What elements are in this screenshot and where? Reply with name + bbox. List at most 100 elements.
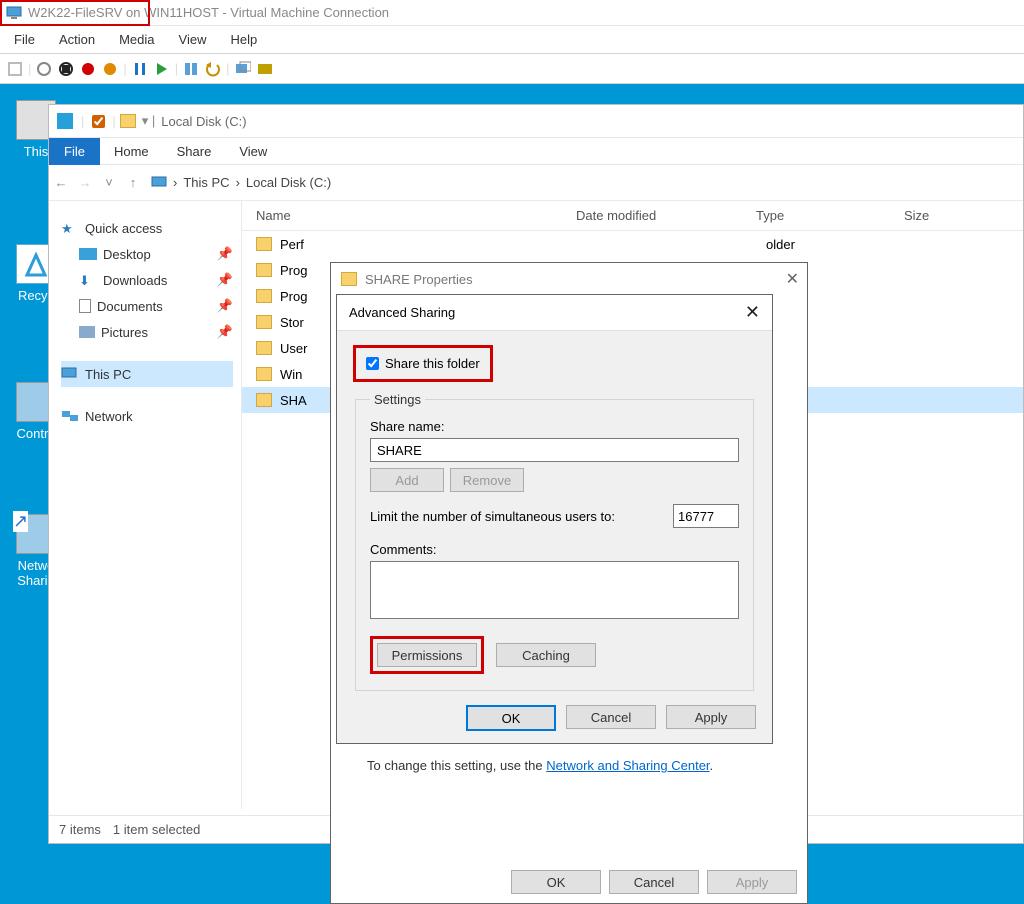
- highlight-box-permissions: Permissions: [370, 636, 484, 674]
- advshare-footer: OK Cancel Apply: [337, 705, 772, 745]
- settings-group: Settings Share name: Add Remove Limit th…: [355, 392, 754, 691]
- ribbon-tab-share[interactable]: Share: [163, 138, 226, 165]
- advshare-title: Advanced Sharing: [349, 305, 455, 320]
- add-button[interactable]: Add: [370, 468, 444, 492]
- column-headers: Name Date modified Type Size: [242, 201, 1023, 231]
- nav-documents[interactable]: Documents 📌: [61, 293, 233, 319]
- settings-legend: Settings: [370, 392, 425, 407]
- ribbon: File Home Share View: [49, 137, 1023, 165]
- permissions-button[interactable]: Permissions: [377, 643, 477, 667]
- checkpoint-icon[interactable]: [182, 60, 200, 78]
- col-type[interactable]: Type: [742, 208, 890, 223]
- menu-help[interactable]: Help: [230, 32, 257, 47]
- col-date[interactable]: Date modified: [562, 208, 742, 223]
- nav-up-icon[interactable]: ↑: [121, 175, 145, 190]
- revert-icon[interactable]: [204, 60, 222, 78]
- nav-desktop-label: Desktop: [103, 247, 151, 262]
- explorer-title-text: Local Disk (C:): [161, 114, 246, 129]
- props-cancel-button[interactable]: Cancel: [609, 870, 699, 894]
- properties-title-bar: SHARE Properties ✕: [331, 263, 807, 295]
- props-ok-button[interactable]: OK: [511, 870, 601, 894]
- pin-icon: 📌: [217, 246, 233, 262]
- pause-icon[interactable]: [131, 60, 149, 78]
- play-icon[interactable]: [153, 60, 171, 78]
- breadcrumb-thispc[interactable]: This PC: [183, 175, 229, 190]
- pictures-icon: [79, 326, 95, 338]
- limit-users-spinner[interactable]: [673, 504, 739, 528]
- nav-thispc-label: This PC: [85, 367, 131, 382]
- share-name-input[interactable]: [370, 438, 739, 462]
- explorer-app-icon: [57, 113, 73, 129]
- advshare-cancel-button[interactable]: Cancel: [566, 705, 656, 729]
- start-icon[interactable]: [35, 60, 53, 78]
- nav-desktop[interactable]: Desktop 📌: [61, 241, 233, 267]
- nav-back-icon[interactable]: ←: [49, 175, 73, 190]
- remove-button[interactable]: Remove: [450, 468, 524, 492]
- vm-toolbar: | | | |: [0, 54, 1024, 84]
- file-row[interactable]: Perfolder: [242, 231, 1023, 257]
- advshare-title-bar: Advanced Sharing ✕: [337, 295, 772, 331]
- close-icon[interactable]: ✕: [745, 302, 760, 323]
- folder-icon: [341, 272, 357, 286]
- col-name[interactable]: Name: [242, 208, 562, 223]
- enhanced-session-icon[interactable]: [234, 60, 252, 78]
- menu-action[interactable]: Action: [59, 32, 95, 47]
- status-item-count: 7 items: [59, 822, 101, 837]
- vm-title-bar: W2K22-FileSRV on WIN11HOST - Virtual Mac…: [0, 0, 1024, 26]
- pin-icon: 📌: [217, 324, 233, 340]
- menu-media[interactable]: Media: [119, 32, 154, 47]
- close-icon[interactable]: ✕: [786, 269, 799, 289]
- ribbon-tab-view[interactable]: View: [225, 138, 281, 165]
- nav-quick-access[interactable]: ★ Quick access: [61, 215, 233, 241]
- navigation-pane: ★ Quick access Desktop 📌 ⬇ Downloads 📌 D…: [49, 201, 241, 809]
- comments-input[interactable]: [370, 561, 739, 619]
- nav-pictures[interactable]: Pictures 📌: [61, 319, 233, 345]
- star-icon: ★: [61, 221, 79, 235]
- breadcrumb-drive[interactable]: Local Disk (C:): [246, 175, 331, 190]
- nav-forward-icon[interactable]: →: [73, 175, 97, 190]
- folder-icon: [256, 315, 272, 329]
- status-selected: 1 item selected: [113, 822, 200, 837]
- network-sharing-center-link[interactable]: Network and Sharing Center: [546, 758, 709, 773]
- share-icon[interactable]: [256, 60, 274, 78]
- share-this-folder-checkbox[interactable]: [366, 357, 379, 370]
- props-change-text: To change this setting, use the: [367, 758, 546, 773]
- folder-icon: [256, 289, 272, 303]
- vm-window-title: W2K22-FileSRV on WIN11HOST - Virtual Mac…: [28, 5, 389, 20]
- advanced-sharing-dialog: Advanced Sharing ✕ Share this folder Set…: [336, 294, 773, 744]
- share-name-label: Share name:: [370, 419, 739, 434]
- pin-icon: 📌: [217, 272, 233, 288]
- ctrl-alt-del-icon[interactable]: [6, 60, 24, 78]
- qat-properties-checkbox[interactable]: [92, 115, 105, 128]
- breadcrumb[interactable]: › This PC › Local Disk (C:): [151, 175, 331, 190]
- advshare-apply-button[interactable]: Apply: [666, 705, 756, 729]
- nav-quick-label: Quick access: [85, 221, 162, 236]
- nav-recent-icon[interactable]: ˅: [97, 175, 121, 190]
- explorer-titlebar: | | ▾ | Local Disk (C:): [49, 105, 1023, 137]
- props-apply-button[interactable]: Apply: [707, 870, 797, 894]
- nav-downloads[interactable]: ⬇ Downloads 📌: [61, 267, 233, 293]
- folder-icon: [256, 393, 272, 407]
- reset-icon[interactable]: [101, 60, 119, 78]
- nav-downloads-label: Downloads: [103, 273, 167, 288]
- ribbon-tab-file[interactable]: File: [49, 138, 100, 165]
- nav-documents-label: Documents: [97, 299, 163, 314]
- highlight-box-share-folder: Share this folder: [353, 345, 493, 382]
- vm-menu-bar: File Action Media View Help: [0, 26, 1024, 54]
- menu-file[interactable]: File: [14, 32, 35, 47]
- nav-network[interactable]: Network: [61, 403, 233, 429]
- caching-button[interactable]: Caching: [496, 643, 596, 667]
- advshare-ok-button[interactable]: OK: [466, 705, 556, 731]
- folder-icon: [256, 237, 272, 251]
- share-this-folder-checkbox-row: Share this folder: [362, 354, 480, 373]
- menu-view[interactable]: View: [179, 32, 207, 47]
- vm-monitor-icon: [6, 6, 22, 20]
- col-size[interactable]: Size: [890, 208, 990, 223]
- limit-users-label: Limit the number of simultaneous users t…: [370, 509, 615, 524]
- shutdown-icon[interactable]: [79, 60, 97, 78]
- nav-thispc[interactable]: This PC: [61, 361, 233, 387]
- share-this-folder-label: Share this folder: [385, 356, 480, 371]
- turnoff-icon[interactable]: [57, 60, 75, 78]
- ribbon-tab-home[interactable]: Home: [100, 138, 163, 165]
- download-icon: ⬇: [79, 273, 97, 287]
